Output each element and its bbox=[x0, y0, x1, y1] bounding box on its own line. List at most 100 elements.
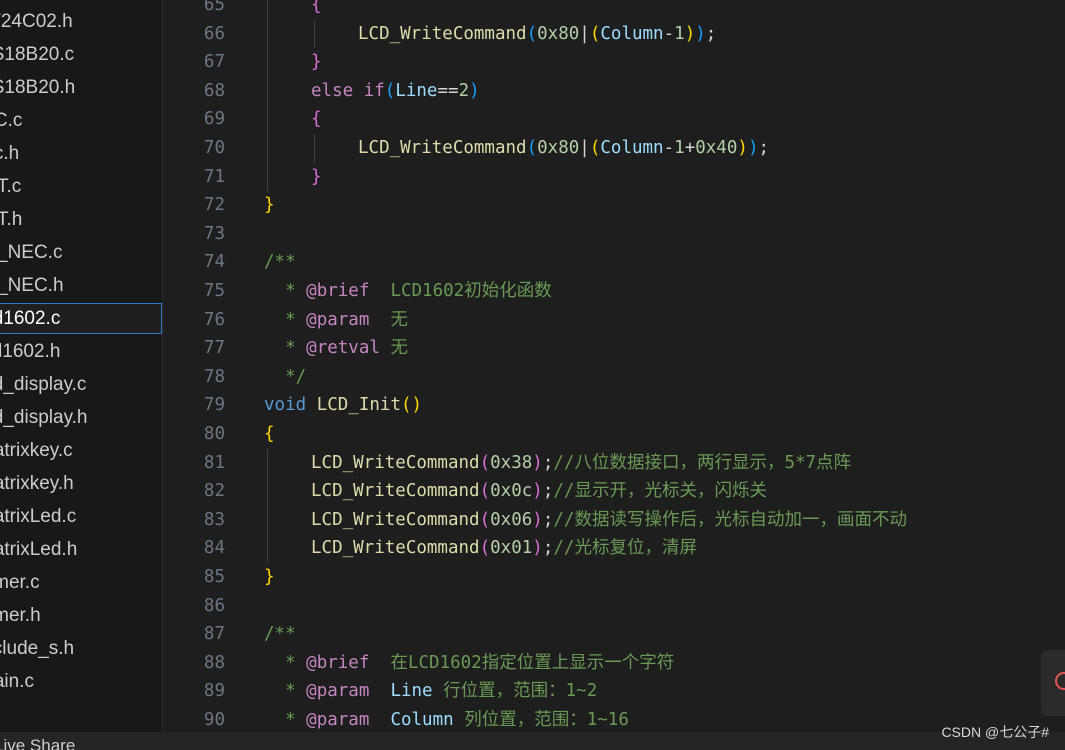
code-token: * bbox=[264, 681, 307, 702]
code-text: void LCD_Init() bbox=[264, 391, 422, 420]
code-token: 1 bbox=[674, 138, 685, 158]
code-token: ( bbox=[479, 481, 491, 502]
file-item[interactable]: led_display.c bbox=[0, 369, 162, 400]
code-token: ; bbox=[705, 23, 717, 44]
watermark: CSDN @七公子# bbox=[941, 724, 1049, 740]
code-token: 0x80 bbox=[537, 138, 580, 158]
file-item[interactable]: I2C.c bbox=[0, 105, 162, 136]
indent-guide bbox=[314, 134, 315, 163]
code-text: } bbox=[264, 563, 275, 592]
code-token: { bbox=[311, 0, 322, 15]
file-label: AT24C02.h bbox=[0, 11, 73, 32]
file-label: IR_NEC.h bbox=[0, 275, 64, 296]
code-token: LCD_WriteCommand bbox=[311, 509, 480, 530]
code-line: 86 bbox=[163, 592, 1065, 621]
code-line: 82 LCD_WriteCommand(0x0c);//显示开，光标关，闪烁关 bbox=[163, 477, 1065, 506]
file-item[interactable]: I2c.h bbox=[0, 138, 162, 169]
code-token: if bbox=[363, 80, 385, 101]
code-token: LCD_WriteCommand bbox=[311, 452, 480, 473]
code-token: * bbox=[264, 710, 307, 730]
line-number: 65 bbox=[203, 0, 225, 15]
file-item[interactable]: IR_NEC.c bbox=[0, 237, 162, 268]
code-token: //八位数据接口，两行显示，5*7点阵 bbox=[553, 452, 852, 473]
code-text: LCD_WriteCommand(0x38);//八位数据接口，两行显示，5*7… bbox=[311, 449, 851, 478]
indent-guide bbox=[267, 448, 268, 478]
file-item[interactable]: Timer.h bbox=[0, 600, 162, 631]
code-token: * bbox=[264, 338, 307, 359]
code-token: Column bbox=[600, 23, 664, 44]
file-item[interactable]: matrixkey.c bbox=[0, 435, 162, 466]
code-token: + bbox=[684, 138, 696, 158]
line-number: 83 bbox=[203, 509, 225, 530]
indent-guide bbox=[267, 48, 268, 77]
file-label: matrixkey.h bbox=[0, 473, 74, 494]
file-label: main.c bbox=[0, 671, 34, 692]
code-token: @retval bbox=[306, 338, 380, 359]
code-editor[interactable]: 65{66 LCD_WriteCommand(0x80|(Column-1)); 6… bbox=[163, 0, 1065, 732]
code-token: 0x06 bbox=[490, 509, 533, 530]
file-item[interactable]: lcd1602.c bbox=[0, 303, 162, 334]
file-label: I2C.c bbox=[0, 110, 23, 131]
file-item[interactable]: include_s.h bbox=[0, 633, 162, 664]
file-label: lcd1602.c bbox=[0, 308, 61, 329]
code-token: ) bbox=[469, 80, 480, 101]
code-text: { bbox=[264, 420, 275, 449]
file-item[interactable]: matrixLed.h bbox=[0, 534, 162, 565]
code-token: * bbox=[264, 281, 307, 301]
file-label: include_s.h bbox=[0, 638, 75, 659]
code-token: //光标复位，清屏 bbox=[553, 538, 697, 559]
code-line: 68 else if(Line==2) bbox=[163, 76, 1065, 106]
file-item[interactable]: matrixkey.h bbox=[0, 468, 162, 499]
code-line: 74 /** bbox=[163, 248, 1065, 277]
code-token: ( bbox=[479, 509, 491, 530]
live-share-button[interactable]: Live Share bbox=[0, 736, 75, 750]
code-token: /** bbox=[264, 252, 296, 273]
code-line: 79 void LCD_Init() bbox=[163, 391, 1065, 420]
code-token: | bbox=[579, 138, 590, 158]
code-token: ) bbox=[695, 23, 706, 44]
code-text: * @brief LCD1602初始化函数 bbox=[264, 277, 552, 306]
line-number: 79 bbox=[203, 395, 225, 416]
file-item[interactable]: Timer.c bbox=[0, 567, 162, 598]
file-item[interactable]: main.c bbox=[0, 666, 162, 697]
file-label: DS18B20.c bbox=[0, 44, 75, 65]
file-item[interactable]: DS18B20.h bbox=[0, 72, 162, 103]
file-item[interactable]: lcd1602.h bbox=[0, 336, 162, 367]
file-item[interactable]: IR_NEC.h bbox=[0, 270, 162, 301]
file-item[interactable]: INT.c bbox=[0, 171, 162, 202]
code-token: else bbox=[311, 80, 354, 101]
code-token: //数据读写操作后，光标自动加一，画面不动 bbox=[553, 509, 907, 530]
indent-guide bbox=[314, 19, 315, 49]
file-label: INT.h bbox=[0, 209, 23, 230]
code-line: 90 * @param Column 列位置，范围：1~16 bbox=[163, 706, 1065, 732]
code-token: } bbox=[264, 567, 275, 587]
code-line: 84 LCD_WriteCommand(0x01);//光标复位，清屏 bbox=[163, 534, 1065, 563]
code-token: ) bbox=[532, 452, 543, 473]
file-item[interactable]: matrixLed.c bbox=[0, 501, 162, 532]
line-number: 69 bbox=[203, 109, 225, 130]
code-token: { bbox=[264, 424, 275, 444]
code-token: ) bbox=[747, 138, 759, 158]
code-text: { bbox=[311, 105, 322, 134]
code-token: void bbox=[264, 395, 307, 416]
file-item[interactable]: INT.h bbox=[0, 204, 162, 235]
code-token: ; bbox=[542, 538, 554, 559]
line-number: 90 bbox=[203, 710, 225, 730]
floating-action-button[interactable] bbox=[1041, 650, 1065, 716]
file-explorer: AT24C02.h DS18B20.c DS18B20.h I2C.c I2c.h INT… bbox=[0, 0, 162, 732]
indent-guide bbox=[267, 105, 268, 134]
code-token: LCD_WriteCommand bbox=[311, 481, 480, 502]
code-text: /** bbox=[264, 620, 296, 649]
file-item[interactable]: AT24C02.h bbox=[0, 6, 162, 37]
code-token: Line bbox=[395, 80, 438, 101]
indent-guide bbox=[267, 0, 268, 20]
code-line: 85} bbox=[163, 563, 1065, 592]
error-icon bbox=[1055, 672, 1065, 690]
line-number: 75 bbox=[203, 281, 225, 301]
code-token: */ bbox=[264, 366, 307, 387]
file-item[interactable]: DS18B20.c bbox=[0, 39, 162, 70]
code-token: @param bbox=[306, 681, 370, 702]
file-item[interactable]: led_display.h bbox=[0, 402, 162, 433]
code-token: 0x0c bbox=[490, 481, 533, 502]
